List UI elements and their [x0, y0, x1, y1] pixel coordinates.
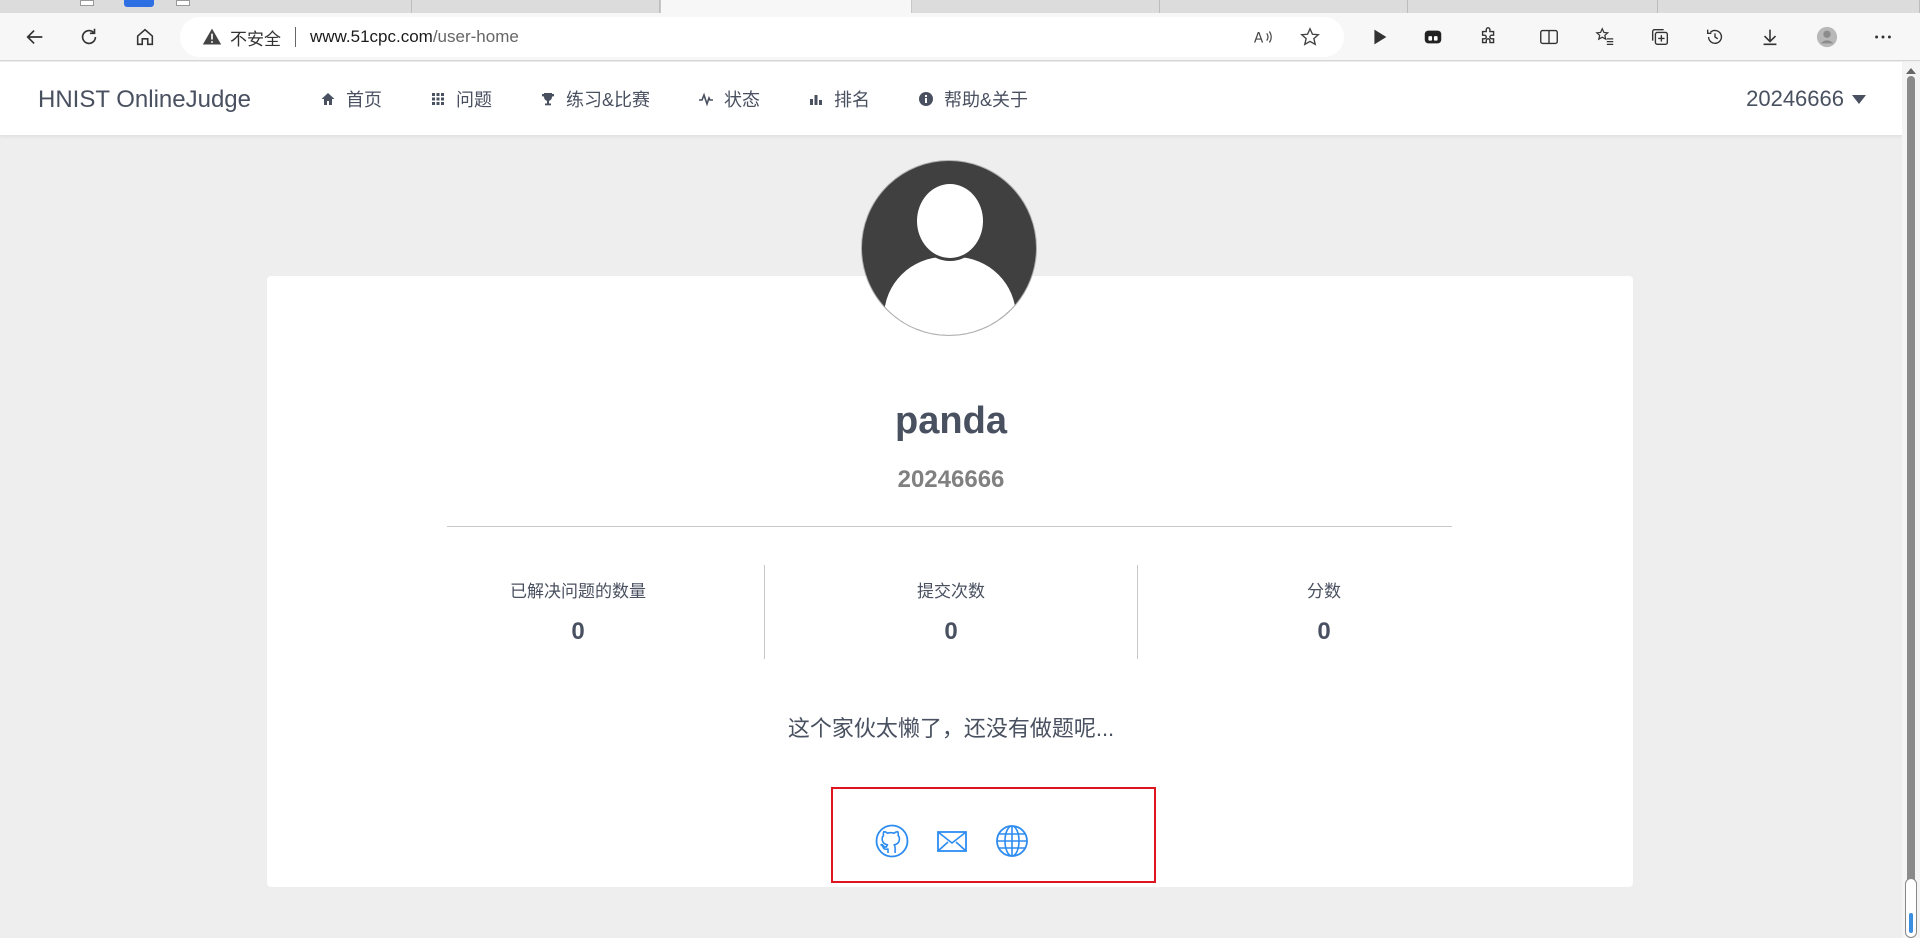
user-dropdown[interactable]: 20246666 — [1746, 86, 1866, 112]
profile-divider — [447, 526, 1452, 527]
stat-submissions-label: 提交次数 — [917, 582, 985, 601]
home-icon — [321, 93, 335, 105]
url-path: /user-home — [432, 27, 519, 46]
warning-icon[interactable] — [202, 27, 222, 47]
stat-score-label: 分数 — [1307, 582, 1341, 601]
profile-user-id: 20246666 — [897, 466, 1005, 493]
site-logo[interactable]: HNIST OnlineJudge — [38, 86, 251, 114]
svg-text:A: A — [1254, 31, 1264, 47]
profile-avatar-icon — [1816, 26, 1838, 48]
back-button[interactable] — [20, 22, 50, 52]
split-screen-icon — [1540, 29, 1558, 45]
nav-home[interactable]: 首页 — [320, 62, 382, 136]
nav-status[interactable]: 状态 — [698, 62, 760, 136]
mail-icon[interactable] — [934, 823, 970, 859]
browser-tab[interactable] — [912, 0, 1160, 13]
stat-score: 分数 0 — [1137, 565, 1510, 659]
stat-submissions-value: 0 — [944, 618, 958, 645]
browser-tab[interactable] — [1658, 0, 1920, 13]
nav-rank[interactable]: 排名 — [808, 62, 870, 136]
profile-stats: 已解决问题的数量 0 提交次数 0 分数 0 — [392, 565, 1510, 659]
trophy-icon — [542, 93, 554, 106]
nav-contests-label: 练习&比赛 — [566, 90, 651, 110]
play-icon — [1374, 29, 1387, 45]
nav-problems-label: 问题 — [456, 90, 492, 110]
avatar-head-shape — [914, 181, 986, 261]
scroll-indicator — [1905, 878, 1917, 938]
browser-tab-active[interactable] — [660, 0, 912, 13]
page-scrollbar[interactable] — [1902, 62, 1920, 938]
favorite-star-icon[interactable] — [1299, 26, 1321, 48]
caret-down-icon — [1852, 94, 1866, 104]
home-button[interactable] — [130, 22, 160, 52]
split-screen-button[interactable] — [1534, 22, 1564, 52]
stat-submissions: 提交次数 0 — [764, 565, 1137, 659]
browser-tab-strip — [0, 0, 1920, 13]
avatar-body-shape — [884, 257, 1016, 335]
refresh-icon — [81, 28, 97, 45]
stat-solved-label: 已解决问题的数量 — [510, 582, 646, 601]
current-user-name: 20246666 — [1746, 86, 1844, 111]
no-submissions-message: 这个家伙太懒了，还没有做题呢... — [787, 716, 1115, 741]
read-aloud-icon[interactable]: A — [1252, 26, 1274, 48]
main-nav: 首页 问题 练习&比赛 状态 排名 帮助&关于 — [320, 62, 1076, 136]
browser-tab[interactable] — [1408, 0, 1658, 13]
user-avatar — [861, 160, 1037, 336]
address-bar[interactable]: 不安全 www.51cpc.com/user-home A — [180, 17, 1344, 57]
stat-score-value: 0 — [1317, 618, 1331, 645]
media-play-button[interactable] — [1364, 22, 1394, 52]
puzzle-icon — [1481, 27, 1495, 44]
favorites-button[interactable] — [1590, 22, 1620, 52]
url-host: www.51cpc.com — [310, 27, 433, 46]
download-icon — [1763, 29, 1777, 46]
stat-solved-value: 0 — [571, 618, 585, 645]
globe-icon[interactable] — [994, 823, 1030, 859]
grid-icon — [432, 93, 444, 105]
url-text[interactable]: www.51cpc.com/user-home — [310, 27, 519, 47]
extension-app-icon — [1424, 30, 1442, 44]
tab-group-indicator[interactable] — [124, 0, 154, 7]
browser-tab[interactable] — [412, 0, 660, 13]
more-dots-icon — [1875, 35, 1891, 39]
scrollbar-thumb[interactable] — [1907, 76, 1915, 890]
extension-button[interactable] — [1418, 22, 1448, 52]
home-outline-icon — [136, 28, 154, 46]
tab-favicon — [80, 0, 94, 6]
browser-tab[interactable] — [1160, 0, 1408, 13]
nav-rank-label: 排名 — [834, 90, 871, 110]
nav-problems[interactable]: 问题 — [430, 62, 492, 136]
nav-status-label: 状态 — [724, 90, 761, 110]
collections-icon — [1651, 28, 1669, 46]
browser-toolbar: 不安全 www.51cpc.com/user-home A — [0, 13, 1920, 61]
favorites-list-icon — [1595, 27, 1614, 45]
nav-contests[interactable]: 练习&比赛 — [540, 62, 650, 136]
nav-about[interactable]: 帮助&关于 — [918, 62, 1028, 136]
bar-chart-icon — [810, 95, 823, 105]
back-arrow-icon — [26, 29, 43, 45]
nav-about-label: 帮助&关于 — [944, 90, 1029, 110]
nav-home-label: 首页 — [346, 90, 382, 110]
refresh-button[interactable] — [74, 22, 104, 52]
downloads-button[interactable] — [1755, 22, 1785, 52]
profile-button[interactable] — [1812, 22, 1842, 52]
history-button[interactable] — [1700, 22, 1730, 52]
social-links-highlight — [831, 787, 1156, 883]
address-separator — [295, 27, 296, 47]
pulse-icon — [699, 92, 714, 107]
collections-button[interactable] — [1645, 22, 1675, 52]
github-icon[interactable] — [874, 823, 910, 859]
profile-username: panda — [895, 400, 1007, 442]
site-header: HNIST OnlineJudge 首页 问题 练习&比赛 状态 排名 帮助&关… — [0, 62, 1902, 136]
info-icon — [919, 92, 934, 106]
browser-tab[interactable] — [160, 0, 412, 13]
stat-solved: 已解决问题的数量 0 — [392, 565, 764, 659]
history-icon — [1706, 29, 1723, 44]
extensions-button[interactable] — [1474, 22, 1504, 52]
scroll-up-arrow-icon[interactable] — [1906, 68, 1916, 74]
insecure-label: 不安全 — [230, 29, 281, 49]
more-menu-button[interactable] — [1868, 22, 1898, 52]
